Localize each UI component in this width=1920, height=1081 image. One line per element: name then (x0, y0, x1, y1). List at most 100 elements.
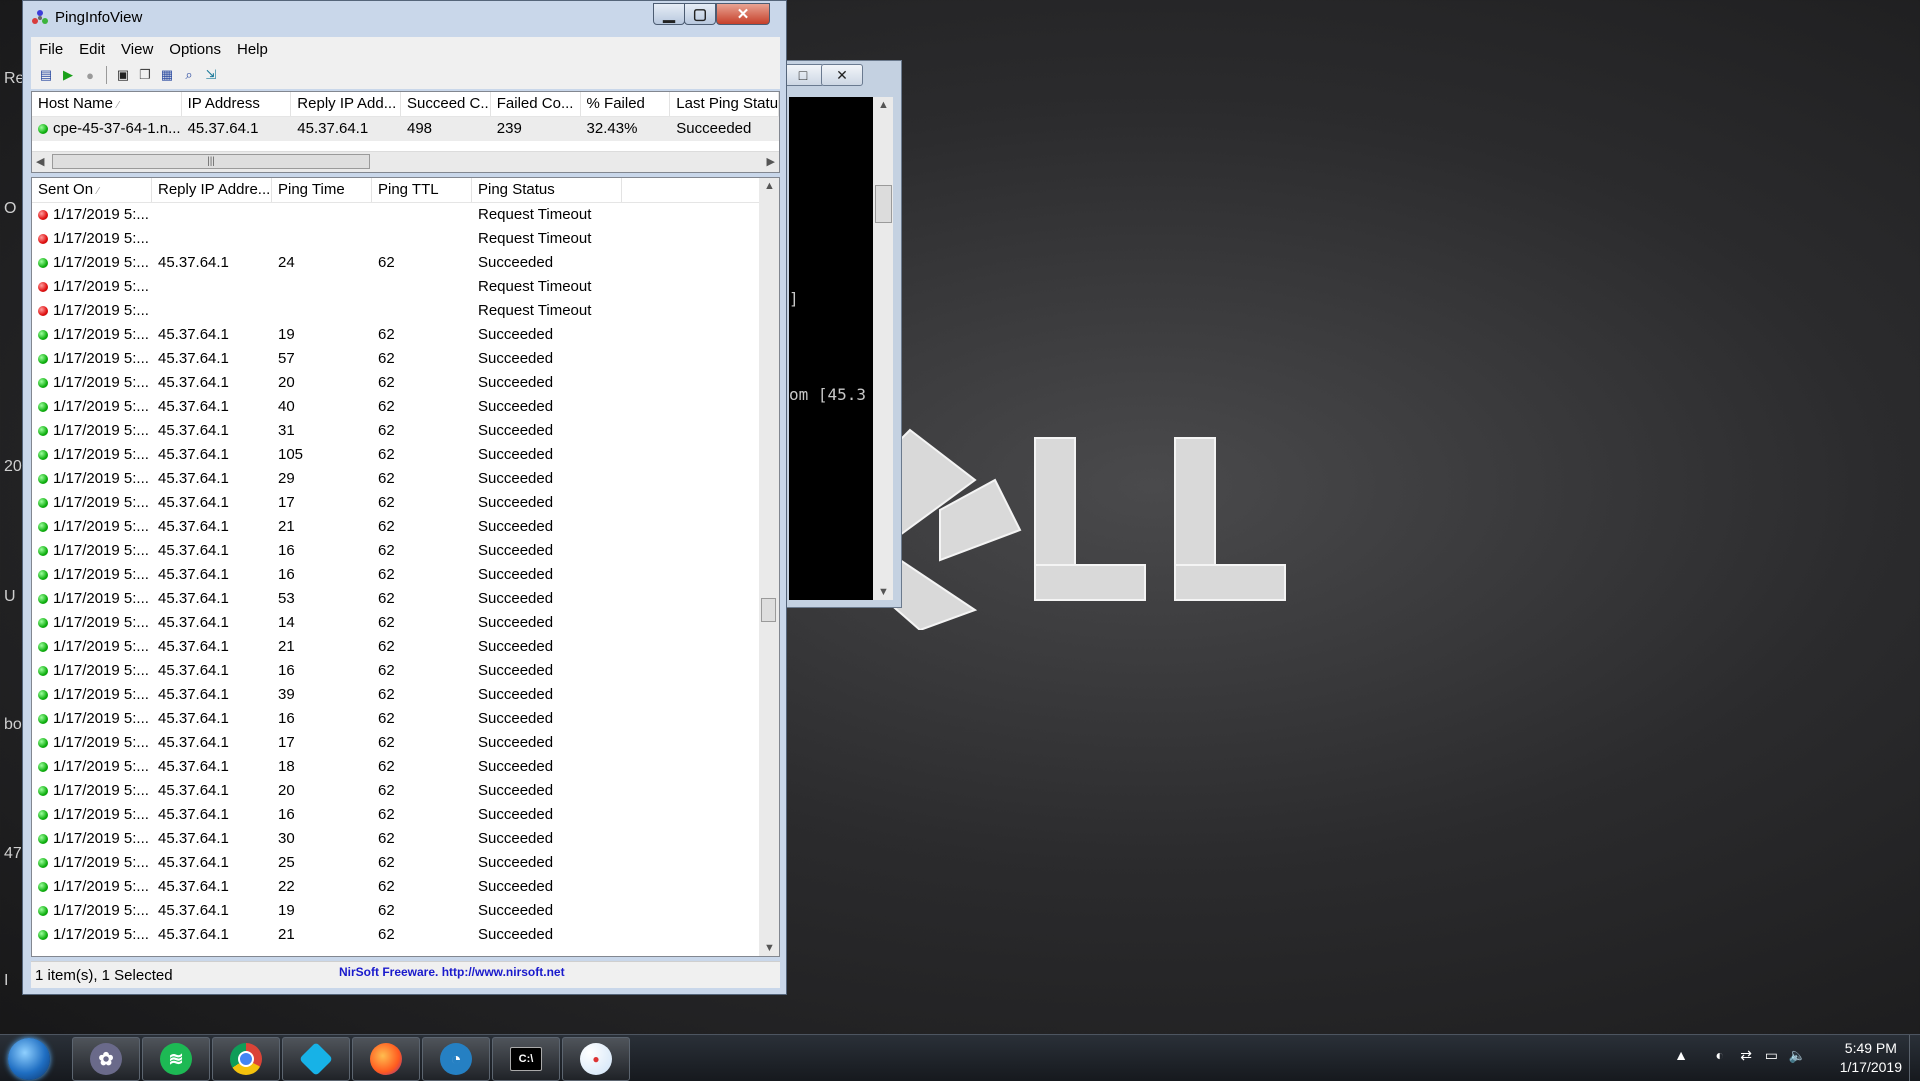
log-row[interactable]: 1/17/2019 5:... 45.37.64.1 19 62 Succeeded (32, 323, 779, 347)
log-row[interactable]: 1/17/2019 5:... Request Timeout (32, 203, 779, 227)
log-row[interactable]: 1/17/2019 5:... 45.37.64.1 16 62 Succeeded (32, 803, 779, 827)
close-button[interactable]: ✕ (716, 3, 770, 25)
col-ping-time[interactable]: Ping Time (272, 178, 372, 202)
copy-icon[interactable]: ❐ (136, 66, 154, 84)
log-row[interactable]: 1/17/2019 5:... 45.37.64.1 20 62 Succeeded (32, 371, 779, 395)
stop-icon[interactable]: ● (81, 66, 99, 84)
scroll-up-arrow-icon[interactable]: ▲ (764, 180, 775, 192)
scroll-down-arrow-icon[interactable]: ▼ (764, 942, 775, 954)
report-icon[interactable]: ▦ (158, 66, 176, 84)
log-row[interactable]: 1/17/2019 5:... 45.37.64.1 21 62 Succeeded (32, 515, 779, 539)
taskbar-paint-icon[interactable]: ● (562, 1037, 630, 1081)
log-row[interactable]: 1/17/2019 5:... 45.37.64.1 30 62 Succeeded (32, 827, 779, 851)
sync-icon[interactable]: ⇄ (1740, 1047, 1752, 1064)
hosts-hscroll-thumb[interactable]: ||| (52, 154, 370, 169)
log-row[interactable]: 1/17/2019 5:... 45.37.64.1 31 62 Succeeded (32, 419, 779, 443)
show-desktop-button[interactable] (1909, 1035, 1920, 1081)
maximize-button[interactable]: ▢ (684, 3, 716, 25)
sent-on-cell: 1/17/2019 5:... (32, 323, 152, 347)
col-host-name[interactable]: Host Name ⁄ (32, 92, 182, 116)
log-row[interactable]: 1/17/2019 5:... 45.37.64.1 105 62 Succeeded (32, 443, 779, 467)
menu-view[interactable]: View (113, 41, 161, 58)
log-vscrollbar[interactable]: ▲ ▼ (759, 178, 779, 956)
host-row[interactable]: cpe-45-37-64-1.n... 45.37.64.1 45.37.64.… (32, 117, 779, 141)
log-row[interactable]: 1/17/2019 5:... 45.37.64.1 25 62 Succeeded (32, 851, 779, 875)
col-ping-ttl[interactable]: Ping TTL (372, 178, 472, 202)
hosts-list[interactable]: Host Name ⁄ IP Address Reply IP Add... S… (31, 91, 780, 173)
log-row[interactable]: 1/17/2019 5:... 45.37.64.1 57 62 Succeeded (32, 347, 779, 371)
log-row[interactable]: 1/17/2019 5:... 45.37.64.1 40 62 Succeeded (32, 395, 779, 419)
menu-file[interactable]: File (31, 41, 71, 58)
log-row[interactable]: 1/17/2019 5:... 45.37.64.1 18 62 Succeeded (32, 755, 779, 779)
exit-icon[interactable]: ⇲ (202, 66, 220, 84)
taskbar-firefox-icon[interactable] (352, 1037, 420, 1081)
taskbar-chrome-icon[interactable] (212, 1037, 280, 1081)
scroll-up-arrow-icon[interactable]: ▲ (878, 99, 889, 111)
find-icon[interactable]: ⌕ (180, 66, 198, 84)
col-succeed-count[interactable]: Succeed C... (401, 92, 491, 116)
col-last-ping-status[interactable]: Last Ping Status (670, 92, 779, 116)
taskbar-spotify-icon[interactable]: ≋ (142, 1037, 210, 1081)
col-reply-ip[interactable]: Reply IP Addre... (152, 178, 272, 202)
volume-icon[interactable]: 🔈 (1789, 1047, 1806, 1064)
scroll-down-arrow-icon[interactable]: ▼ (878, 586, 889, 598)
menu-options[interactable]: Options (161, 41, 229, 58)
nirsoft-link[interactable]: NirSoft Freeware. http://www.nirsoft.net (339, 965, 565, 979)
log-row[interactable]: 1/17/2019 5:... 45.37.64.1 53 62 Succeeded (32, 587, 779, 611)
clock[interactable]: 5:49 PM 1/17/2019 (1840, 1039, 1902, 1077)
properties-icon[interactable]: ▤ (37, 66, 55, 84)
col-percent-failed[interactable]: % Failed (581, 92, 671, 116)
console-scroll-thumb[interactable] (875, 185, 892, 223)
status-dot-icon (38, 594, 48, 604)
log-row[interactable]: 1/17/2019 5:... 45.37.64.1 16 62 Succeeded (32, 563, 779, 587)
console-close-button[interactable]: ✕ (821, 64, 863, 86)
taskbar-pinginfoview-icon[interactable]: ✿ (72, 1037, 140, 1081)
network-icon[interactable]: ▭ (1765, 1047, 1778, 1064)
log-row[interactable]: 1/17/2019 5:... 45.37.64.1 16 62 Succeeded (32, 707, 779, 731)
col-sent-on[interactable]: Sent On ⁄ (32, 178, 152, 202)
menu-help[interactable]: Help (229, 41, 276, 58)
log-row[interactable]: 1/17/2019 5:... 45.37.64.1 16 62 Succeeded (32, 659, 779, 683)
log-row[interactable]: 1/17/2019 5:... 45.37.64.1 17 62 Succeeded (32, 491, 779, 515)
log-vscroll-thumb[interactable] (761, 598, 776, 622)
taskbar-kodi-icon[interactable] (282, 1037, 350, 1081)
log-row[interactable]: 1/17/2019 5:... 45.37.64.1 17 62 Succeeded (32, 731, 779, 755)
ping-log-list[interactable]: Sent On ⁄ Reply IP Addre... Ping Time Pi… (31, 177, 780, 957)
console-scrollbar[interactable]: ▲ ▼ (873, 97, 893, 600)
col-reply-ip[interactable]: Reply IP Add... (291, 92, 401, 116)
log-row[interactable]: 1/17/2019 5:... 45.37.64.1 20 62 Succeeded (32, 779, 779, 803)
console-titlebar[interactable]: □ ✕ (781, 61, 901, 89)
show-hidden-icons-icon[interactable]: ▲ (1674, 1047, 1688, 1063)
pinginfoview-window[interactable]: PingInfoView ▁ ▢ ✕ File Edit View Option… (22, 0, 787, 995)
save-icon[interactable]: ▣ (114, 66, 132, 84)
col-ping-status[interactable]: Ping Status (472, 178, 622, 202)
console-window[interactable]: □ ✕ ] om [45.3 ▲ ▼ (780, 60, 902, 608)
weather-icon[interactable]: ◐ (1716, 1047, 1724, 1063)
log-row[interactable]: 1/17/2019 5:... Request Timeout (32, 299, 779, 323)
log-row[interactable]: 1/17/2019 5:... 45.37.64.1 29 62 Succeeded (32, 467, 779, 491)
log-row[interactable]: 1/17/2019 5:... 45.37.64.1 24 62 Succeeded (32, 251, 779, 275)
log-row[interactable]: 1/17/2019 5:... 45.37.64.1 39 62 Succeeded (32, 683, 779, 707)
log-row[interactable]: 1/17/2019 5:... 45.37.64.1 14 62 Succeeded (32, 611, 779, 635)
scroll-right-arrow-icon[interactable]: ▶ (767, 155, 775, 168)
log-row[interactable]: 1/17/2019 5:... 45.37.64.1 21 62 Succeeded (32, 635, 779, 659)
console-maximize-button[interactable]: □ (782, 64, 824, 86)
start-icon[interactable]: ▶ (59, 66, 77, 84)
col-failed-count[interactable]: Failed Co... (491, 92, 581, 116)
start-button[interactable] (8, 1038, 50, 1080)
taskbar-teamspeak-icon[interactable]: ◔ (422, 1037, 490, 1081)
col-ip-address[interactable]: IP Address (182, 92, 292, 116)
scroll-left-arrow-icon[interactable]: ◀ (36, 155, 44, 168)
taskbar-cmd-icon[interactable]: C:\ (492, 1037, 560, 1081)
log-row[interactable]: 1/17/2019 5:... Request Timeout (32, 275, 779, 299)
hosts-hscrollbar[interactable]: ◀ ||| ▶ (32, 151, 779, 172)
status-dot-icon (38, 882, 48, 892)
log-row[interactable]: 1/17/2019 5:... 45.37.64.1 21 62 Succeeded (32, 923, 779, 947)
log-row[interactable]: 1/17/2019 5:... 45.37.64.1 16 62 Succeeded (32, 539, 779, 563)
log-row[interactable]: 1/17/2019 5:... 45.37.64.1 19 62 Succeeded (32, 899, 779, 923)
log-row[interactable]: 1/17/2019 5:... 45.37.64.1 22 62 Succeeded (32, 875, 779, 899)
menu-edit[interactable]: Edit (71, 41, 113, 58)
log-row[interactable]: 1/17/2019 5:... Request Timeout (32, 227, 779, 251)
minimize-button[interactable]: ▁ (653, 3, 685, 25)
cell-text: 1/17/2019 5:... (53, 758, 149, 775)
